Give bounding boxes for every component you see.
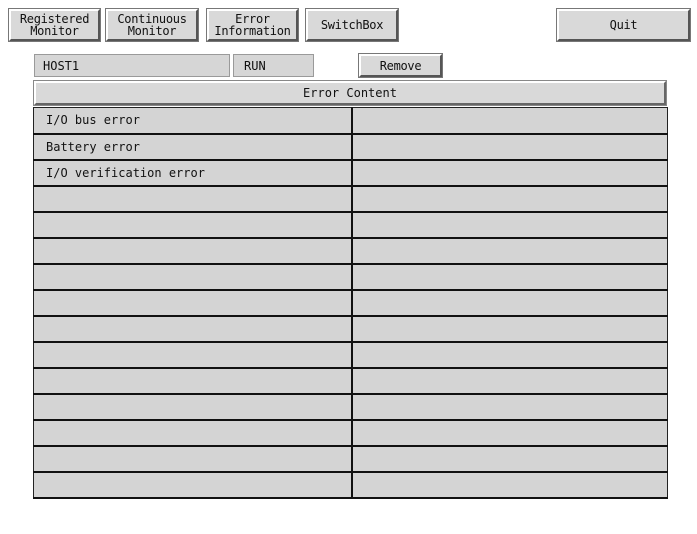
error-name-cell: [33, 471, 353, 499]
error-row: [33, 263, 668, 291]
error-name-cell: [33, 367, 353, 395]
error-content-table: I/O bus error Battery error I/O verificati…: [33, 107, 668, 499]
error-row: [33, 211, 668, 239]
error-name-cell: [33, 185, 353, 213]
run-state-field: RUN: [233, 54, 314, 77]
quit-button[interactable]: Quit: [556, 8, 691, 42]
host-name: HOST1: [43, 58, 80, 73]
remove-button[interactable]: Remove: [358, 53, 443, 78]
error-detail-cell: [351, 393, 668, 421]
error-name-cell: [33, 237, 353, 265]
error-information-label-line2: Information: [214, 24, 291, 38]
remove-label: Remove: [379, 58, 422, 73]
switchbox-button[interactable]: SwitchBox: [305, 8, 399, 42]
registered-monitor-button[interactable]: Registered Monitor: [8, 8, 101, 42]
error-row: [33, 237, 668, 265]
error-row: [33, 367, 668, 395]
error-detail-cell: [351, 341, 668, 369]
error-name-cell: Battery error: [33, 133, 353, 161]
error-row: [33, 289, 668, 317]
error-detail-cell: [351, 445, 668, 473]
error-detail-cell: [351, 237, 668, 265]
error-detail-cell: [351, 315, 668, 343]
error-detail-cell: [351, 289, 668, 317]
continuous-monitor-label-line2: Monitor: [127, 24, 177, 38]
continuous-monitor-button[interactable]: Continuous Monitor: [105, 8, 199, 42]
error-name-cell: [33, 341, 353, 369]
error-row: [33, 445, 668, 473]
error-name-cell: [33, 263, 353, 291]
error-name-cell: [33, 289, 353, 317]
error-row: [33, 185, 668, 213]
error-name-cell: I/O bus error: [33, 107, 353, 135]
error-row: Battery error: [33, 133, 668, 161]
error-detail-cell: [351, 471, 668, 499]
error-row: [33, 419, 668, 447]
registered-monitor-label-line2: Monitor: [30, 24, 79, 38]
error-row: [33, 471, 668, 499]
error-information-button[interactable]: Error Information: [206, 8, 299, 42]
error-name-cell: [33, 211, 353, 239]
error-row: [33, 315, 668, 343]
error-content-title: Error Content: [303, 86, 397, 100]
error-row: I/O bus error: [33, 107, 668, 135]
host-name-field: HOST1: [34, 54, 230, 77]
error-name-cell: [33, 393, 353, 421]
error-detail-cell: [351, 185, 668, 213]
error-content-header: Error Content: [33, 80, 667, 106]
error-name-cell: [33, 445, 353, 473]
error-detail-cell: [351, 263, 668, 291]
error-row: [33, 393, 668, 421]
run-state: RUN: [244, 58, 266, 73]
quit-label: Quit: [609, 18, 638, 32]
error-row: [33, 341, 668, 369]
error-name-cell: [33, 419, 353, 447]
error-row: I/O verification error: [33, 159, 668, 187]
switchbox-label: SwitchBox: [320, 18, 384, 32]
error-name-cell: [33, 315, 353, 343]
error-name-cell: I/O verification error: [33, 159, 353, 187]
error-detail-cell: [351, 211, 668, 239]
error-detail-cell: [351, 133, 668, 161]
error-detail-cell: [351, 367, 668, 395]
error-detail-cell: [351, 419, 668, 447]
error-detail-cell: [351, 159, 668, 187]
error-detail-cell: [351, 107, 668, 135]
